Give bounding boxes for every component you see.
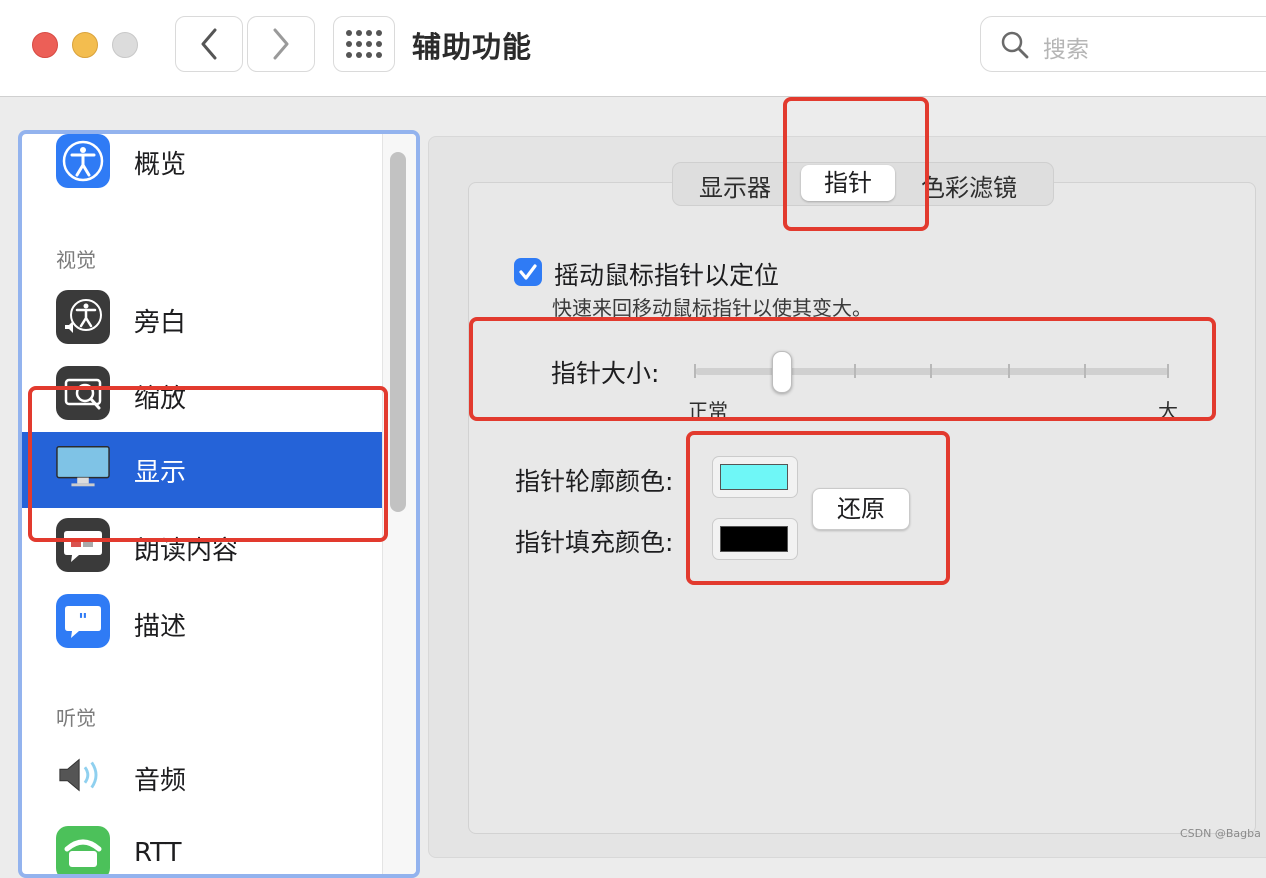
sidebar-item-label: 旁白 [134, 308, 187, 338]
pointer-size-label: 指针大小: [551, 359, 660, 388]
title-bar: 辅助功能 搜索 [0, 0, 1266, 97]
sidebar-scroll-thumb[interactable] [390, 152, 406, 512]
grid-icon [346, 30, 382, 58]
section-title-hearing: 听觉 [56, 706, 96, 730]
sidebar-item-label: 显示 [134, 458, 187, 488]
phone-icon [56, 826, 110, 874]
sidebar-item-rtt[interactable]: RTT [22, 818, 382, 874]
sidebar-item-display[interactable]: 显示 [22, 432, 382, 508]
watermark: CSDN @Bagba [1180, 827, 1261, 840]
search-field[interactable]: 搜索 [980, 16, 1266, 72]
shake-to-locate-checkbox[interactable] [514, 258, 542, 286]
slider-tick [1167, 364, 1169, 378]
pointer-size-slider[interactable] [695, 368, 1169, 375]
slider-tick [930, 364, 932, 378]
speech-icon [56, 518, 110, 572]
section-title-vision: 视觉 [56, 248, 96, 272]
close-window-button[interactable] [32, 32, 58, 58]
back-button[interactable] [175, 16, 243, 72]
shake-to-locate-label[interactable]: 摇动鼠标指针以定位 [554, 256, 779, 292]
shake-to-locate-description: 快速来回移动鼠标指针以使其变大。 [552, 296, 872, 320]
accessibility-icon [56, 134, 110, 188]
sidebar-item-label: 概览 [134, 150, 187, 180]
sidebar-item-zoom[interactable]: 缩放 [22, 358, 382, 434]
voiceover-icon [56, 290, 110, 344]
minimize-window-button[interactable] [72, 32, 98, 58]
sidebar-item-voiceover[interactable]: 旁白 [22, 282, 382, 358]
sidebar-item-label: 描述 [134, 612, 187, 642]
sidebar-item-label: 音频 [134, 766, 187, 796]
fill-color-label: 指针填充颜色: [515, 528, 674, 557]
sidebar[interactable]: 概览 视觉 旁白 缩放 显示 朗读内容 " 描述 听觉 音频 RTT [18, 130, 420, 878]
forward-button[interactable] [247, 16, 315, 72]
search-icon [1001, 31, 1029, 59]
sidebar-item-audio[interactable]: 音频 [22, 740, 382, 816]
fill-color-well[interactable] [712, 518, 798, 560]
svg-text:": " [78, 610, 87, 631]
slider-tick [854, 364, 856, 378]
slider-tick [694, 364, 696, 378]
description-icon: " [56, 594, 110, 648]
tab-pointer[interactable]: 指针 [801, 165, 895, 201]
tab-display[interactable]: 显示器 [699, 168, 771, 203]
zoom-window-button[interactable] [112, 32, 138, 58]
forward-chevron-icon [273, 28, 289, 60]
tab-color-filters[interactable]: 色彩滤镜 [921, 168, 1017, 203]
sidebar-item-label: 缩放 [134, 384, 187, 414]
checkmark-icon [519, 264, 537, 280]
outline-color-label: 指针轮廓颜色: [515, 467, 674, 496]
reset-button[interactable]: 还原 [812, 488, 910, 530]
slider-min-label: 正常 [688, 399, 728, 423]
outline-color-well[interactable] [712, 456, 798, 498]
slider-max-label: 大 [1158, 399, 1178, 423]
display-icon [56, 440, 110, 494]
outline-color-swatch [720, 464, 788, 490]
tab-bar: 显示器 指针 色彩滤镜 [672, 162, 1054, 206]
sidebar-item-descriptions[interactable]: " 描述 [22, 586, 382, 662]
pointer-size-slider-thumb[interactable] [772, 351, 792, 393]
speaker-icon [56, 748, 110, 802]
zoom-icon [56, 366, 110, 420]
slider-tick [1008, 364, 1010, 378]
sidebar-item-label: RTT [134, 838, 182, 868]
back-chevron-icon [201, 28, 217, 60]
sidebar-item-spoken-content[interactable]: 朗读内容 [22, 510, 382, 586]
sidebar-item-overview[interactable]: 概览 [22, 134, 382, 210]
sidebar-item-label: 朗读内容 [134, 536, 239, 566]
show-all-button[interactable] [333, 16, 395, 72]
fill-color-swatch [720, 526, 788, 552]
slider-tick [1084, 364, 1086, 378]
search-placeholder: 搜索 [1043, 37, 1089, 63]
window-title: 辅助功能 [412, 30, 533, 64]
